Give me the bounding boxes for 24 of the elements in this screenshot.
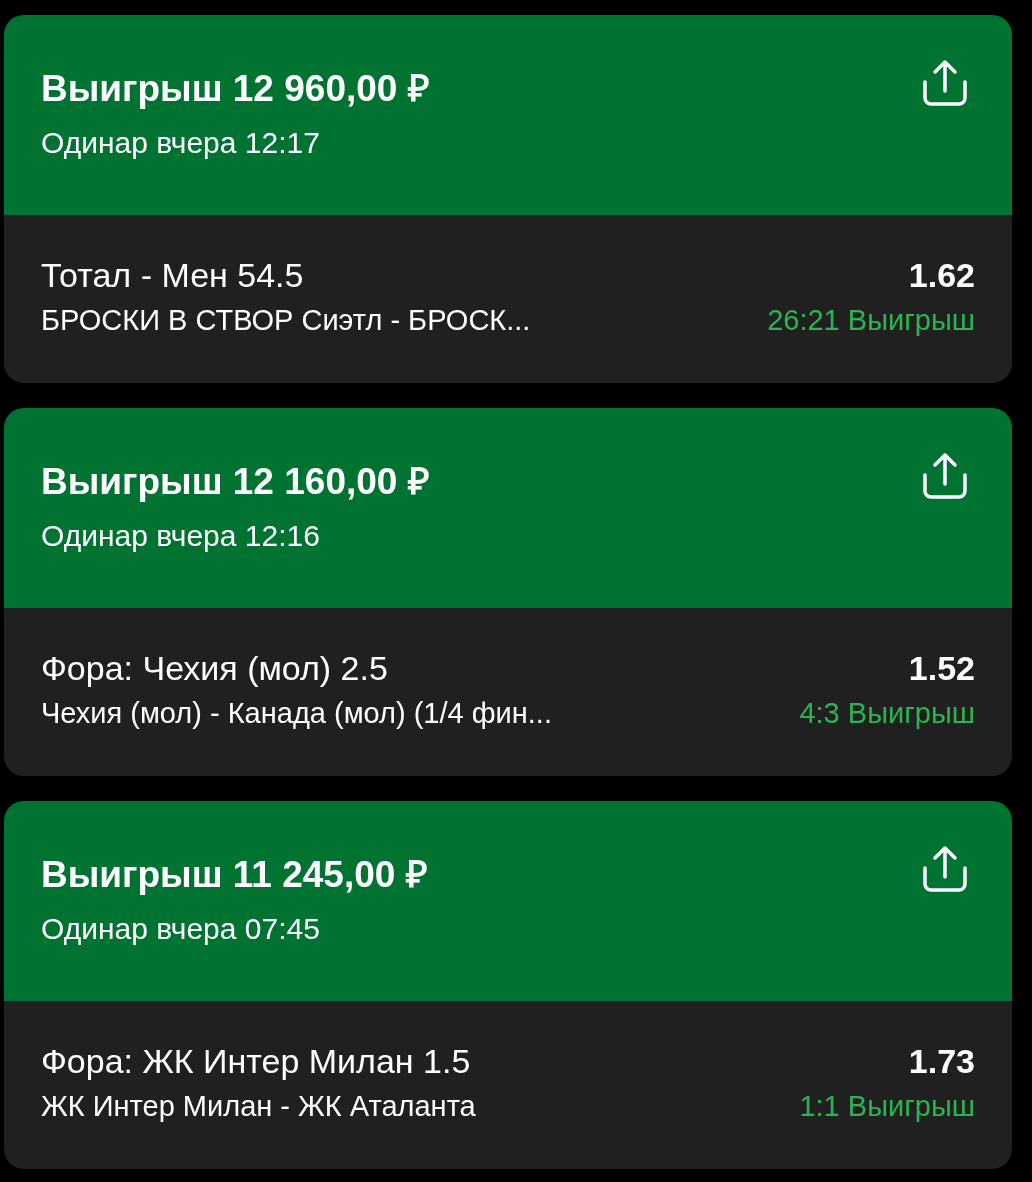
event-name: Чехия (мол) - Канада (мол) (1/4 фин...	[41, 696, 552, 731]
bet-time: Одинар вчера 12:17	[41, 125, 321, 161]
match-result: 1:1 Выигрыш	[799, 1089, 975, 1124]
bet-time: Одинар вчера 12:16	[41, 518, 321, 554]
bet-selection: Фора: Чехия (мол) 2.5	[41, 648, 388, 689]
win-amount: Выигрыш 11 245,00 ₽	[41, 853, 428, 897]
odds: 1.52	[908, 648, 975, 689]
event-name: ЖК Интер Милан - ЖК Аталанта	[41, 1089, 476, 1124]
odds: 1.62	[908, 255, 975, 296]
bet-time: Одинар вчера 07:45	[41, 911, 321, 947]
share-icon[interactable]	[922, 451, 968, 501]
match-result: 26:21 Выигрыш	[767, 303, 975, 338]
bet-card[interactable]: Выигрыш 11 245,00 ₽ Одинар вчера 07:45 Фора: ЖК Интер Милан 1.5 1.73 ЖК Интер Милан - ЖК Аталанта 1:1 Выигрыш	[4, 801, 1012, 1169]
win-amount: Выигрыш 12 960,00 ₽	[41, 67, 430, 111]
share-icon[interactable]	[922, 844, 968, 894]
win-amount: Выигрыш 12 160,00 ₽	[41, 460, 430, 504]
bet-selection: Тотал - Мен 54.5	[41, 255, 304, 296]
event-name: БРОСКИ В СТВОР Сиэтл - БРОСК...	[41, 303, 531, 338]
odds: 1.73	[908, 1041, 975, 1082]
bet-selection: Фора: ЖК Интер Милан 1.5	[41, 1041, 471, 1082]
bet-card[interactable]: Выигрыш 12 960,00 ₽ Одинар вчера 12:17 Тотал - Мен 54.5 1.62 БРОСКИ В СТВОР Сиэтл - БРОСК... 26:21 Выигрыш	[4, 15, 1012, 383]
share-icon[interactable]	[922, 58, 968, 108]
match-result: 4:3 Выигрыш	[799, 696, 975, 731]
bet-card[interactable]: Выигрыш 12 160,00 ₽ Одинар вчера 12:16 Фора: Чехия (мол) 2.5 1.52 Чехия (мол) - Канада (мол) (1/4 фин... 4:3 Выигрыш	[4, 408, 1012, 776]
